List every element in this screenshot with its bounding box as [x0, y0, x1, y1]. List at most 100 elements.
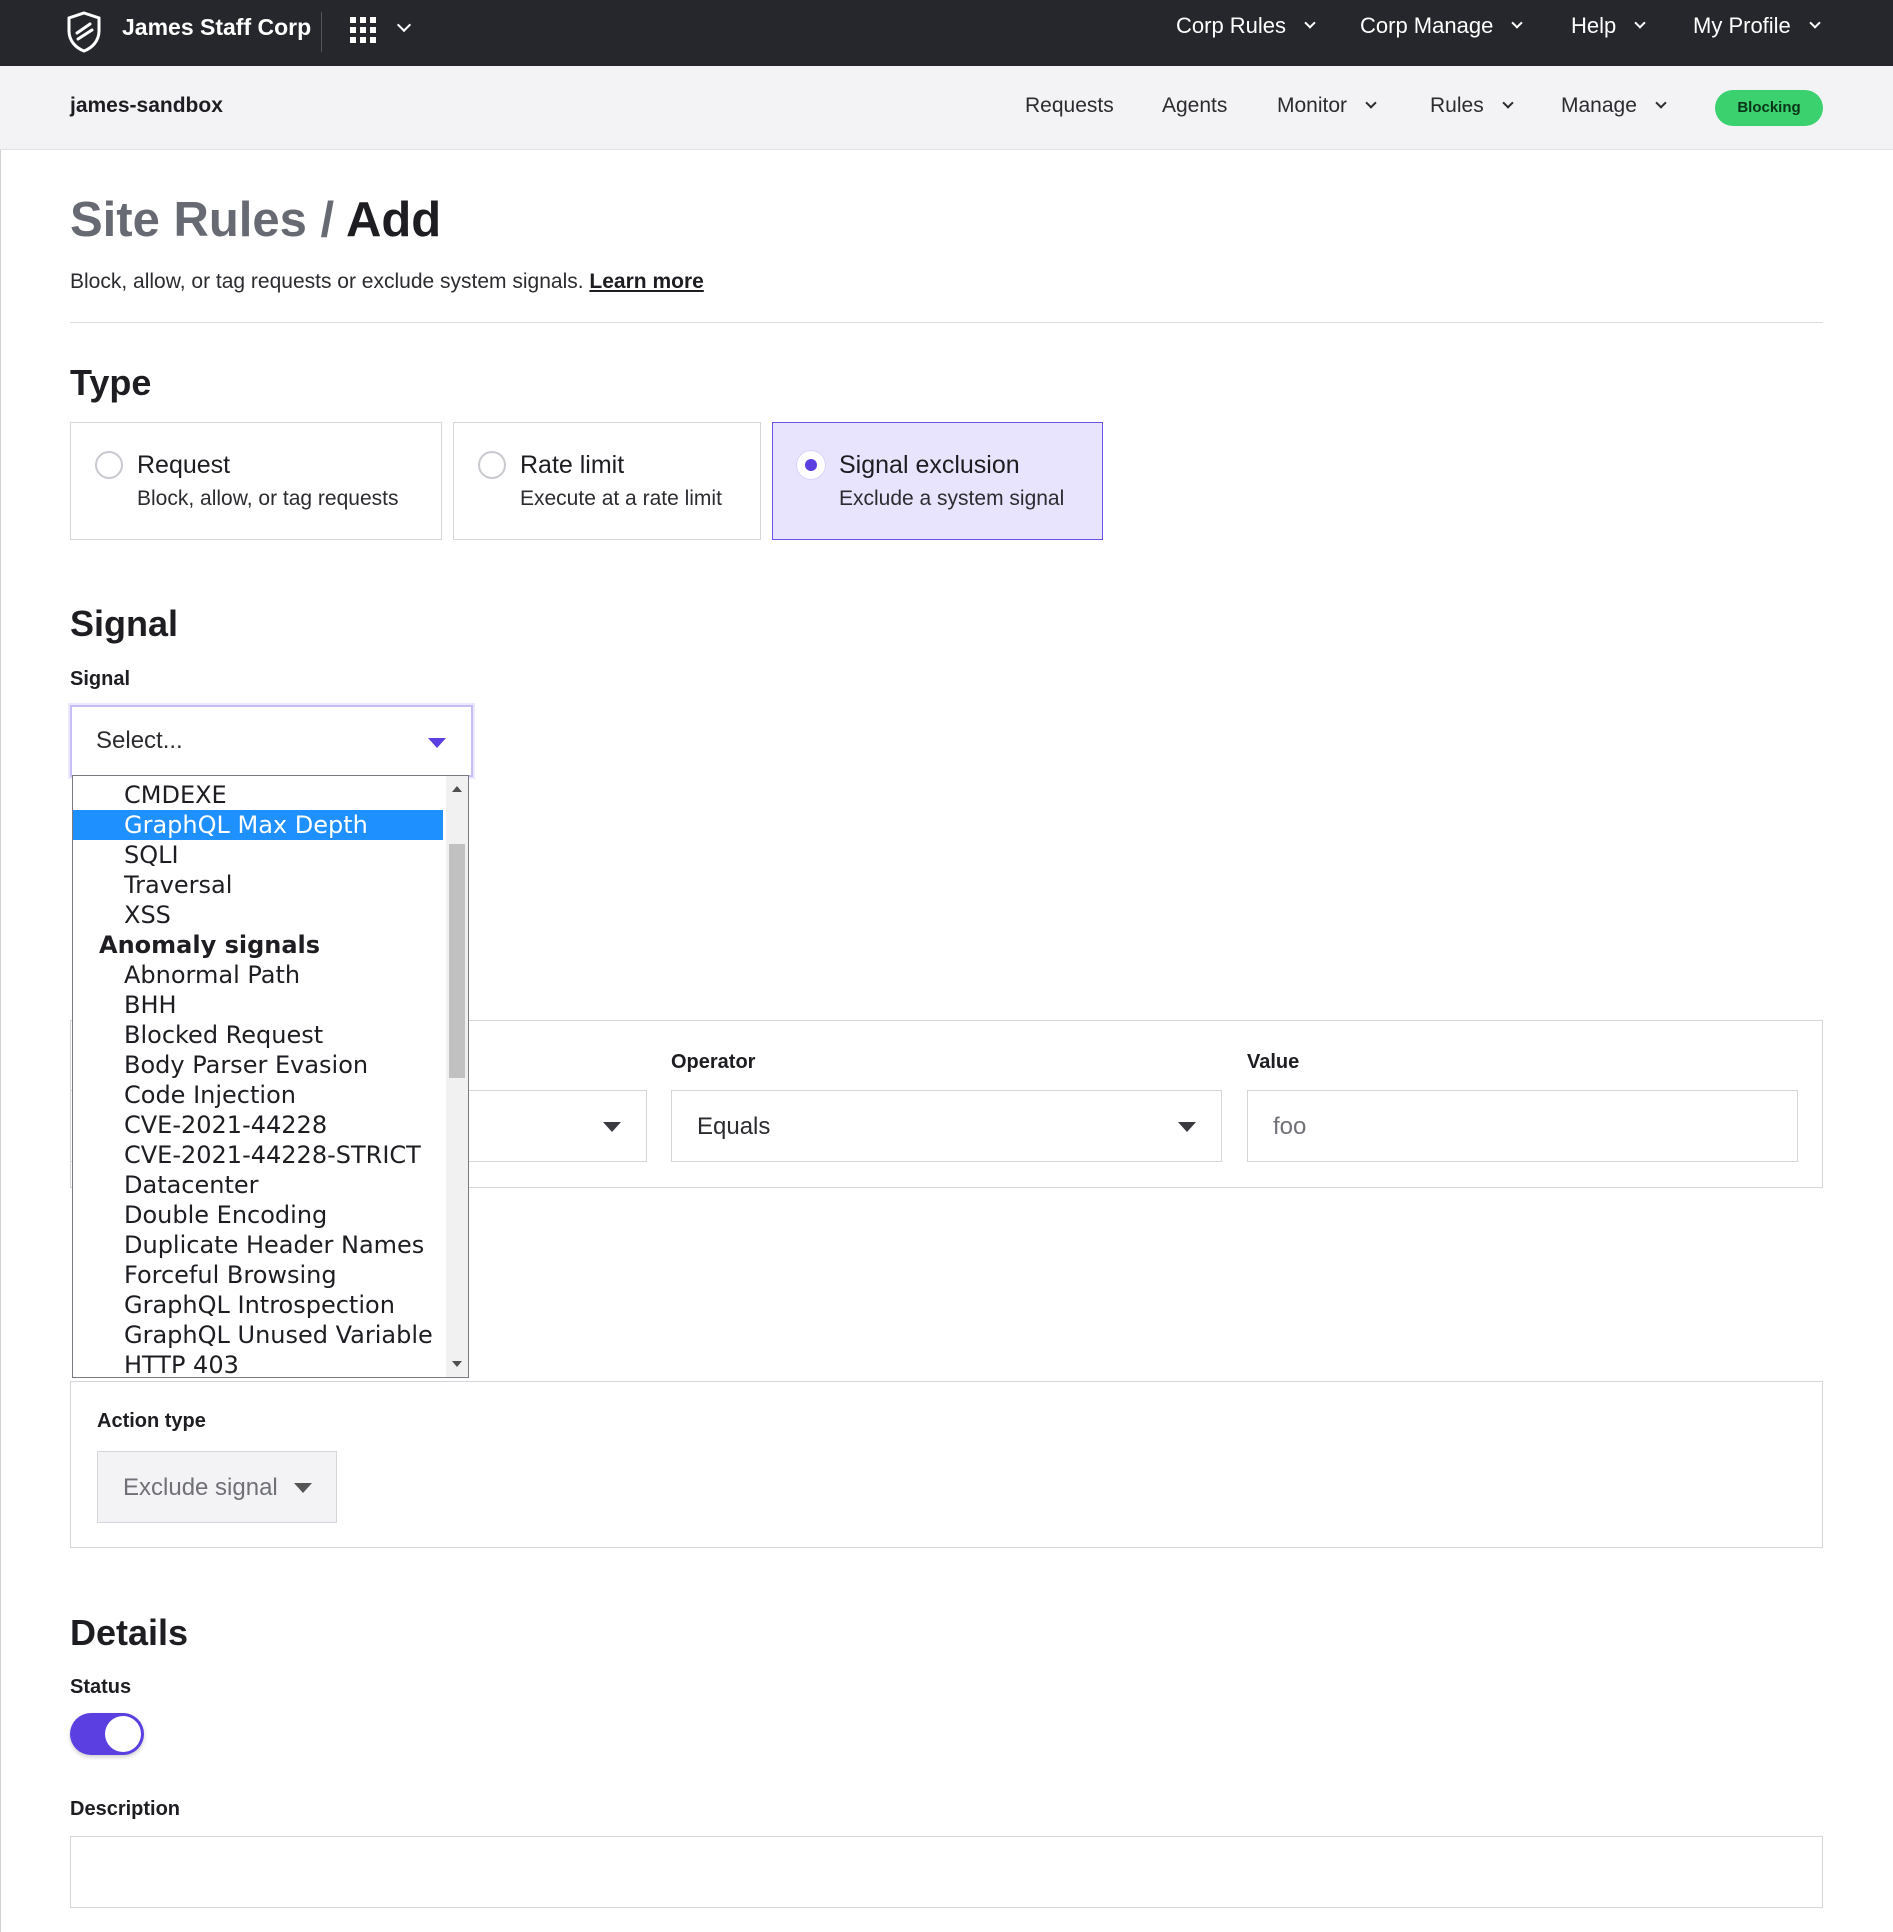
value-placeholder: foo: [1273, 1113, 1307, 1140]
operator-select[interactable]: Equals: [671, 1090, 1222, 1162]
subnav-manage[interactable]: Manage: [1561, 94, 1667, 118]
scroll-up-icon[interactable]: [452, 786, 462, 792]
corp-name[interactable]: James Staff Corp: [122, 14, 311, 41]
type-option-title: Rate limit: [520, 451, 625, 479]
dropdown-group-header: Anomaly signals: [99, 931, 321, 959]
action-panel: Action type Exclude signal: [70, 1381, 1823, 1548]
page-edge: [0, 150, 1, 1932]
divider: [70, 322, 1823, 323]
dropdown-scrollbar[interactable]: [446, 776, 468, 1377]
site-bar: james-sandbox Requests Agents Monitor Ru…: [0, 66, 1893, 150]
radio-button[interactable]: [95, 451, 123, 479]
breadcrumb-current: Add: [345, 193, 442, 247]
chevron-down-icon: [1634, 17, 1646, 29]
chevron-down-icon: [1304, 17, 1316, 29]
nav-label: My Profile: [1693, 13, 1791, 38]
value-label: Value: [1247, 1051, 1300, 1073]
nav-corp-manage[interactable]: Corp Manage: [1360, 13, 1523, 39]
dropdown-option[interactable]: Code Injection: [73, 1080, 443, 1110]
type-option-title: Request: [137, 451, 231, 479]
breadcrumb-site-rules[interactable]: Site Rules: [70, 193, 307, 247]
radio-button[interactable]: [478, 451, 506, 479]
app-grid-icon[interactable]: [350, 17, 376, 43]
dropdown-option[interactable]: CVE-2021-44228-STRICT: [73, 1140, 443, 1170]
dropdown-option[interactable]: GraphQL Introspection: [73, 1290, 443, 1320]
caret-down-icon: [603, 1122, 621, 1132]
operator-value: Equals: [697, 1113, 771, 1140]
action-type-label: Action type: [97, 1410, 206, 1432]
top-bar: James Staff Corp Corp Rules Corp Manage …: [0, 0, 1893, 66]
radio-button-selected[interactable]: [797, 451, 825, 479]
dropdown-option[interactable]: BHH: [73, 990, 443, 1020]
type-option-rate-limit[interactable]: Rate limit Execute at a rate limit: [453, 422, 761, 540]
subnav-label: Rules: [1430, 94, 1484, 117]
status-toggle[interactable]: [70, 1713, 144, 1755]
site-name[interactable]: james-sandbox: [70, 94, 223, 118]
nav-label: Corp Manage: [1360, 13, 1494, 38]
learn-more-link[interactable]: Learn more: [589, 270, 703, 293]
dropdown-option[interactable]: Datacenter: [73, 1170, 443, 1200]
page-description: Block, allow, or tag requests or exclude…: [70, 270, 704, 294]
dropdown-option[interactable]: Abnormal Path: [73, 960, 443, 990]
type-option-subtitle: Execute at a rate limit: [520, 487, 722, 510]
type-heading: Type: [70, 362, 152, 403]
subnav-rules[interactable]: Rules: [1430, 94, 1514, 118]
nav-corp-rules[interactable]: Corp Rules: [1176, 13, 1316, 39]
subnav-label: Monitor: [1277, 94, 1348, 117]
dropdown-option[interactable]: CVE-2021-44228: [73, 1110, 443, 1140]
dropdown-option[interactable]: Body Parser Evasion: [73, 1050, 443, 1080]
subnav-monitor[interactable]: Monitor: [1277, 94, 1377, 118]
type-option-request[interactable]: Request Block, allow, or tag requests: [70, 422, 442, 540]
dropdown-option[interactable]: GraphQL Max Depth: [73, 810, 443, 840]
dropdown-option[interactable]: Blocked Request: [73, 1020, 443, 1050]
chevron-down-icon: [1511, 17, 1523, 29]
page-title: Site Rules / Add: [70, 192, 441, 248]
value-input[interactable]: foo: [1247, 1090, 1798, 1162]
breadcrumb-separator: /: [306, 193, 346, 247]
description-label: Description: [70, 1798, 181, 1820]
dropdown-option[interactable]: Duplicate Header Names: [73, 1230, 443, 1260]
dropdown-option[interactable]: SQLI: [73, 840, 443, 870]
signal-select[interactable]: Select...: [70, 705, 473, 777]
signal-dropdown-list[interactable]: CMDEXE GraphQL Max Depth SQLI Traversal XSS A…: [72, 775, 469, 1378]
subnav-agents[interactable]: Agents: [1162, 94, 1227, 118]
type-option-title: Signal exclusion: [839, 451, 1020, 479]
dropdown-option[interactable]: Traversal: [73, 870, 443, 900]
subnav-label: Manage: [1561, 94, 1637, 117]
subnav-label: Requests: [1025, 94, 1114, 117]
type-option-subtitle: Exclude a system signal: [839, 487, 1065, 510]
nav-label: Corp Rules: [1176, 13, 1287, 38]
scroll-down-icon[interactable]: [452, 1361, 462, 1367]
chevron-down-icon: [1365, 97, 1377, 109]
details-heading: Details: [70, 1612, 189, 1653]
dropdown-option[interactable]: XSS: [73, 900, 443, 930]
action-type-select[interactable]: Exclude signal: [97, 1451, 337, 1523]
blocking-mode-badge[interactable]: Blocking: [1715, 90, 1823, 126]
subnav-label: Agents: [1162, 94, 1228, 117]
description-text: Block, allow, or tag requests or exclude…: [70, 270, 584, 293]
shield-logo-icon[interactable]: [66, 11, 102, 53]
dropdown-option[interactable]: Forceful Browsing: [73, 1260, 443, 1290]
chevron-down-icon[interactable]: [396, 17, 412, 33]
divider: [321, 12, 322, 52]
dropdown-option[interactable]: Double Encoding: [73, 1200, 443, 1230]
nav-my-profile[interactable]: My Profile: [1693, 13, 1821, 39]
dropdown-option[interactable]: HTTP 403: [73, 1350, 443, 1377]
nav-help[interactable]: Help: [1571, 13, 1646, 39]
type-option-signal-exclusion[interactable]: Signal exclusion Exclude a system signal: [772, 422, 1103, 540]
dropdown-option[interactable]: GraphQL Unused Variable: [73, 1320, 443, 1350]
chevron-down-icon: [1655, 97, 1667, 109]
caret-down-icon: [428, 738, 446, 748]
description-input[interactable]: [70, 1836, 1823, 1908]
signal-select-value: Select...: [96, 727, 183, 754]
status-label: Status: [70, 1676, 132, 1698]
dropdown-option[interactable]: CMDEXE: [73, 780, 443, 810]
caret-down-icon: [1178, 1122, 1196, 1132]
subnav-requests[interactable]: Requests: [1025, 94, 1114, 118]
signal-label: Signal: [70, 668, 131, 690]
chevron-down-icon: [1502, 97, 1514, 109]
signal-heading: Signal: [70, 603, 179, 644]
operator-label: Operator: [671, 1051, 756, 1073]
scrollbar-thumb[interactable]: [449, 844, 465, 1078]
chevron-down-icon: [1809, 17, 1821, 29]
